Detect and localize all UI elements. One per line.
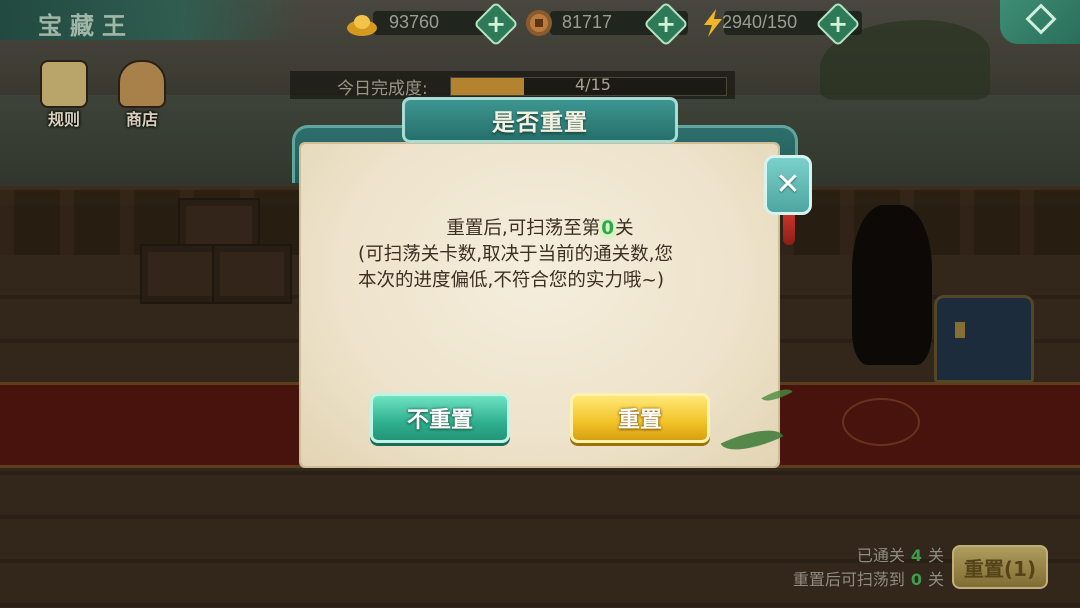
basket-icon	[118, 60, 166, 108]
close-icon: ✕	[775, 167, 801, 202]
dialog-line-3: 本次的进度偏低,不符合您的实力哦~)	[358, 270, 665, 291]
confirm-reset-button[interactable]: 重置	[570, 393, 710, 443]
shop-button[interactable]: 商店	[112, 60, 172, 130]
gold-amount: 93760	[389, 12, 440, 32]
close-dialog-button[interactable]: ✕	[764, 155, 812, 215]
energy-amount: 2940/150	[722, 12, 798, 32]
dialog-title: 是否重置	[492, 110, 588, 136]
plus-icon: +	[827, 9, 849, 38]
rules-label: 规则	[47, 110, 80, 129]
cancel-reset-label: 不重置	[406, 408, 473, 433]
sweep-unit: 关	[927, 570, 944, 589]
sweep-status: 重置后可扫荡到 0 关	[760, 566, 944, 590]
cleared-unit: 关	[927, 546, 944, 565]
dialog-message: 重置后,可扫荡至第0关 (可扫荡关卡数,取决于当前的通关数,您 本次的进度偏低,…	[330, 216, 750, 294]
confirm-reset-label: 重置	[617, 408, 662, 433]
reset-button[interactable]: 重置(1)	[952, 545, 1048, 589]
game-title: 宝藏王	[38, 11, 134, 40]
gold-ingot-icon	[347, 15, 377, 36]
daily-progress-fill	[451, 78, 525, 95]
plus-icon: +	[485, 9, 507, 38]
shop-label: 商店	[125, 110, 158, 129]
coin-amount: 81717	[562, 12, 613, 32]
cleared-value: 4	[910, 546, 922, 565]
daily-progress-count: 4/15	[575, 75, 611, 94]
scroll-icon	[40, 60, 88, 108]
rules-button[interactable]: 规则	[34, 60, 94, 130]
copper-coin-icon	[526, 10, 552, 36]
sweep-value: 0	[910, 570, 922, 589]
dialog-title-banner: 是否重置	[402, 97, 678, 143]
dialog-line-2: (可扫荡关卡数,取决于当前的通关数,您	[358, 244, 673, 265]
diamond-icon	[1025, 3, 1057, 35]
cancel-reset-button[interactable]: 不重置	[370, 393, 510, 443]
dialog-line-1: 重置后,可扫荡至第0关	[446, 218, 634, 239]
tassel-decoration	[783, 215, 795, 245]
cleared-status: 已通关 4 关	[780, 542, 944, 566]
plus-icon: +	[655, 9, 677, 38]
daily-progress-label: 今日完成度:	[337, 79, 428, 99]
sweep-label: 重置后可扫荡到	[792, 570, 905, 589]
menu-toggle-button[interactable]	[1000, 0, 1080, 44]
sweep-level-value: 0	[600, 218, 616, 239]
cleared-label: 已通关	[856, 546, 905, 565]
